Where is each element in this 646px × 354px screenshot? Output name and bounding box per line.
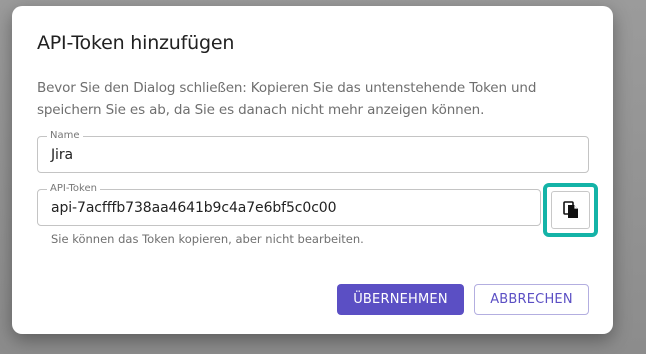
token-helper-text: Sie können das Token kopieren, aber nich… (51, 232, 364, 246)
copy-button-frame[interactable] (551, 191, 590, 229)
api-token-field[interactable]: API-Token api-7acfffb738aa4641b9c4a7e6bf… (37, 183, 541, 226)
copy-icon (562, 201, 578, 218)
copy-token-button[interactable] (543, 183, 598, 237)
name-field[interactable]: Name Jira (37, 130, 589, 173)
dialog-title: API-Token hinzufügen (37, 32, 235, 54)
cancel-button[interactable]: ABBRECHEN (474, 284, 589, 315)
add-api-token-dialog: API-Token hinzufügen Bevor Sie den Dialo… (12, 6, 613, 334)
confirm-button[interactable]: ÜBERNEHMEN (337, 284, 464, 315)
api-token-value[interactable]: api-7acfffb738aa4641b9c4a7e6bf5c0c00 (51, 200, 337, 216)
name-field-label: Name (47, 130, 83, 142)
api-token-field-label: API-Token (47, 183, 100, 195)
dialog-description: Bevor Sie den Dialog schließen: Kopieren… (37, 80, 537, 118)
name-field-value[interactable]: Jira (51, 147, 73, 163)
